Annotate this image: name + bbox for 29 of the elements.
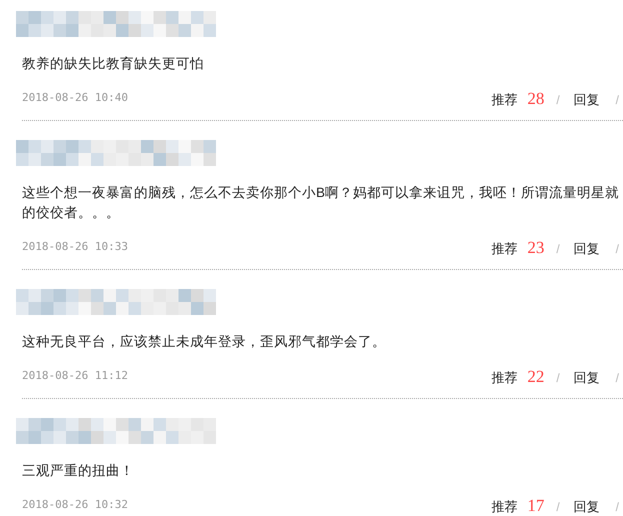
comment-time: 2018-08-26 10:33 — [22, 238, 128, 254]
recommend-link[interactable]: 推荐 — [491, 238, 518, 258]
recommend-count: 28 — [527, 88, 544, 110]
comment-text: 教养的缺失比教育缺失更可怕 — [22, 55, 205, 73]
separator: / — [556, 92, 560, 109]
reply-link[interactable]: 回复 — [574, 238, 600, 258]
separator: / — [616, 499, 619, 516]
separator: / — [556, 370, 560, 387]
reply-link[interactable]: 回复 — [574, 90, 600, 109]
separator: / — [616, 241, 619, 258]
separator: / — [616, 370, 619, 387]
recommend-link[interactable]: 推荐 — [491, 90, 518, 109]
comment-time: 2018-08-26 10:32 — [22, 496, 128, 512]
comment-time: 2018-08-26 11:12 — [22, 368, 128, 384]
comment-text: 这种无良平台，应该禁止未成年登录，歪风邪气都学会了。 — [22, 333, 387, 351]
comment-text: 三观严重的扭曲！ — [22, 462, 135, 480]
separator: / — [556, 241, 560, 258]
comment-text: 这些个想一夜暴富的脑残，怎么不去卖你那个小B啊？妈都可以拿来诅咒，我呸！所谓流量明星就 — [22, 184, 620, 202]
reply-link[interactable]: 回复 — [574, 368, 600, 387]
comment-text: 的佼佼者。。。 — [22, 204, 121, 222]
recommend-link[interactable]: 推荐 — [491, 368, 518, 387]
reply-link[interactable]: 回复 — [574, 496, 600, 516]
recommend-count: 23 — [527, 237, 544, 259]
recommend-count: 22 — [527, 366, 544, 388]
comment-time: 2018-08-26 10:40 — [22, 90, 128, 106]
recommend-link[interactable]: 推荐 — [491, 496, 518, 516]
separator: / — [556, 499, 560, 516]
recommend-count: 17 — [527, 495, 544, 516]
separator: / — [616, 92, 619, 109]
